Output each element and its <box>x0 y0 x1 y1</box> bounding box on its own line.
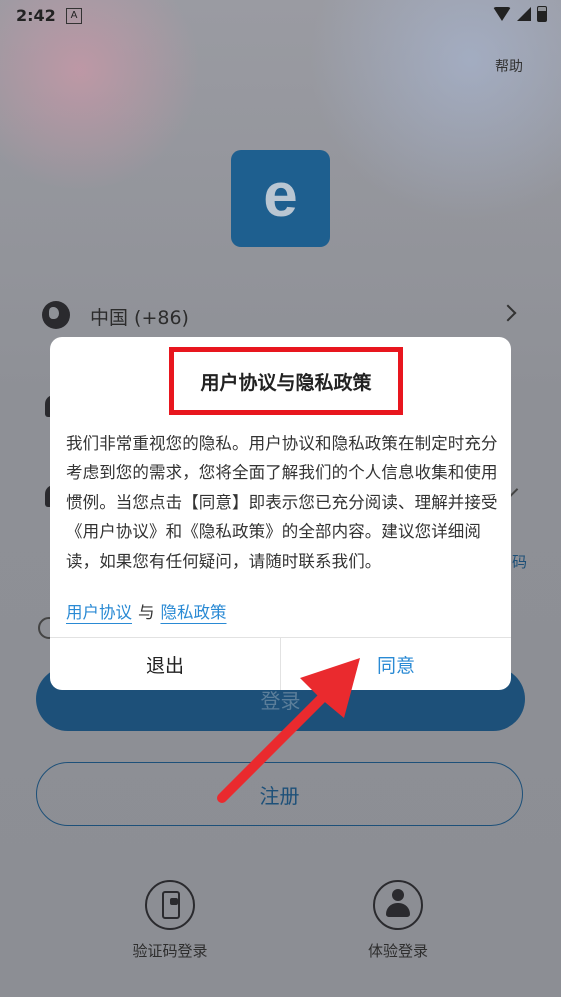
link-separator: 与 <box>138 603 155 622</box>
country-label: 中国 (+86) <box>90 307 189 329</box>
dialog-body-text: 我们非常重视您的隐私。用户协议和隐私政策在制定时充分考虑到您的需求，您将全面了解… <box>66 434 498 571</box>
trial-login-option[interactable]: 体验登录 <box>343 880 453 961</box>
forgot-password-partial[interactable]: 码 <box>512 551 527 572</box>
battery-icon <box>537 6 547 22</box>
user-agreement-link[interactable]: 用户协议 <box>66 603 132 622</box>
dialog-links: 用户协议与隐私政策 <box>66 599 227 623</box>
phone-icon <box>162 891 180 919</box>
dialog-title: 用户协议与隐私政策 <box>200 371 372 394</box>
chevron-right-icon <box>499 304 517 322</box>
agree-button[interactable]: 同意 <box>281 638 511 690</box>
trial-login-label: 体验登录 <box>367 942 428 960</box>
title-highlight-box: 用户协议与隐私政策 <box>169 347 403 415</box>
signal-icon <box>517 7 531 21</box>
notification-icon: A <box>66 8 82 24</box>
status-time: 2:42 <box>16 6 56 25</box>
sms-login-option[interactable]: 验证码登录 <box>115 880 225 961</box>
country-selector[interactable]: 中国 (+86) <box>40 297 520 337</box>
person-icon <box>384 889 412 919</box>
sms-login-label: 验证码登录 <box>132 942 208 960</box>
sms-login-circle <box>145 880 195 930</box>
register-button[interactable]: 注册 <box>36 762 523 826</box>
status-bar: 2:42 A <box>0 0 561 34</box>
app-logo-letter: e <box>263 161 298 230</box>
privacy-policy-link[interactable]: 隐私政策 <box>161 603 227 622</box>
wifi-icon <box>493 7 511 21</box>
globe-icon <box>42 301 70 329</box>
status-icons <box>493 6 547 22</box>
help-link[interactable]: 帮助 <box>495 56 523 76</box>
app-logo: e <box>231 150 330 247</box>
privacy-dialog: 用户协议与隐私政策 我们非常重视您的隐私。用户协议和隐私政策在制定时充分考虑到您… <box>50 337 511 690</box>
exit-button[interactable]: 退出 <box>50 638 280 690</box>
trial-login-circle <box>373 880 423 930</box>
